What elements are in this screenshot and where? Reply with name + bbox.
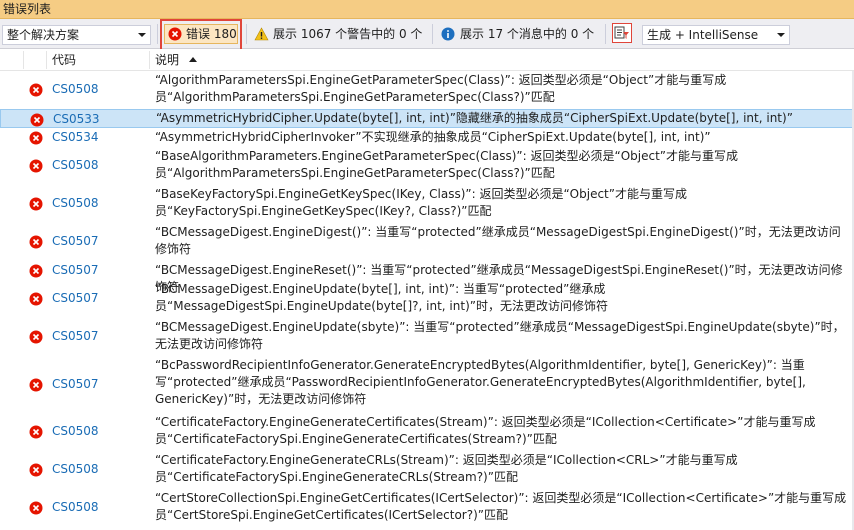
filter-current-document-button[interactable] [612, 23, 632, 43]
error-code-link[interactable]: CS0508 [52, 82, 99, 96]
table-row[interactable]: CS0508 “AlgorithmParametersSpi.EngineGetP… [0, 71, 854, 109]
error-icon [29, 378, 43, 391]
error-icon [29, 425, 43, 439]
error-icon [29, 131, 43, 144]
toolbar-divider [432, 24, 433, 44]
messages-count-label: 展示 17 个消息中的 0 个 [460, 27, 595, 41]
sort-ascending-icon [189, 57, 197, 62]
toolbar: 整个解决方案 错误 180 展示 1067 个警告中的 0 个 展示 17 个消… [0, 19, 854, 49]
error-icon [29, 159, 43, 173]
error-description: “CertificateFactory.EngineGenerateCertif… [155, 415, 816, 446]
warning-icon [254, 27, 269, 41]
error-description: “BCMessageDigest.EngineDigest()”: 当重写“pr… [155, 225, 841, 256]
error-description: “AlgorithmParametersSpi.EngineGetParamet… [155, 73, 727, 104]
warnings-count-label: 展示 1067 个警告中的 0 个 [273, 27, 423, 41]
table-row[interactable]: CS0507 “BCMessageDigest.EngineUpdate(byte… [0, 280, 854, 318]
column-divider [46, 51, 47, 69]
toolbar-divider [605, 24, 606, 44]
filter-list-icon [614, 26, 629, 39]
table-row[interactable]: CS0508 “BaseAlgorithmParameters.EngineGet… [0, 147, 854, 185]
error-list-table: CS0508 “AlgorithmParametersSpi.EngineGetP… [0, 71, 854, 530]
error-icon [30, 113, 44, 126]
scope-select[interactable]: 整个解决方案 [2, 25, 151, 45]
table-row[interactable]: CS0507 “BcPasswordRecipientInfoGenerator.… [0, 356, 854, 413]
table-row[interactable]: CS0508 “CertStoreCollectionSpi.EngineGetC… [0, 489, 854, 527]
error-code-link[interactable]: CS0507 [52, 263, 99, 277]
error-code-link[interactable]: CS0507 [52, 291, 99, 305]
error-description: “AsymmetricHybridCipherInvoker”不实现继承的抽象成… [155, 130, 711, 144]
info-icon [441, 27, 455, 41]
build-source-value: 生成 + IntelliSense [647, 28, 759, 42]
error-icon [29, 501, 43, 515]
table-row[interactable]: CS0507 “BCMessageDigest.EngineDigest()”: … [0, 223, 854, 261]
chevron-down-icon [138, 33, 146, 37]
error-list-title: 错误列表 [0, 0, 854, 19]
column-header: 代码 说明 [0, 49, 854, 71]
error-description: “BCMessageDigest.EngineUpdate(byte[], in… [155, 282, 608, 313]
error-icon [29, 197, 43, 211]
errors-count-label: 错误 180 [186, 27, 237, 41]
messages-filter-button[interactable]: 展示 17 个消息中的 0 个 [441, 24, 601, 44]
error-description: “BaseKeyFactorySpi.EngineGetKeySpec(IKey… [155, 187, 687, 218]
scope-select-value: 整个解决方案 [7, 28, 80, 42]
table-row[interactable]: CS0507 “BCMessageDigest.EngineUpdate(sbyt… [0, 318, 854, 356]
table-row[interactable]: CS0507 “BCMessageDigest.EngineReset()”: 当… [0, 261, 854, 294]
warnings-filter-button[interactable]: 展示 1067 个警告中的 0 个 [254, 24, 430, 44]
error-code-link[interactable]: CS0508 [52, 424, 99, 438]
toolbar-divider [157, 24, 158, 44]
error-icon [168, 27, 182, 41]
error-code-link[interactable]: CS0533 [53, 112, 100, 126]
error-description: “CertificateFactory.EngineGenerateCRLs(S… [155, 453, 738, 484]
error-code-link[interactable]: CS0507 [52, 377, 99, 391]
column-divider [149, 51, 150, 69]
error-code-link[interactable]: CS0508 [52, 462, 99, 476]
error-icon [29, 264, 43, 277]
errors-filter-button[interactable]: 错误 180 [164, 24, 238, 44]
error-description: “BcPasswordRecipientInfoGenerator.Genera… [155, 358, 806, 406]
error-code-link[interactable]: CS0508 [52, 500, 99, 514]
error-description: “AsymmetricHybridCipher.Update(byte[], i… [156, 111, 793, 125]
table-row[interactable]: CS0533 “AsymmetricHybridCipher.Update(byt… [0, 109, 854, 128]
column-description-header[interactable]: 说明 [155, 49, 197, 71]
error-code-link[interactable]: CS0507 [52, 329, 99, 343]
column-code-header[interactable]: 代码 [52, 49, 76, 71]
table-row[interactable]: CS0508 “BaseKeyFactorySpi.EngineGetKeySpe… [0, 185, 854, 223]
error-code-link[interactable]: CS0508 [52, 196, 99, 210]
error-description: “BCMessageDigest.EngineUpdate(sbyte)”: 当… [155, 320, 845, 351]
error-icon [29, 463, 43, 477]
table-row[interactable]: CS0534 “AsymmetricHybridCipherInvoker”不实现… [0, 128, 854, 147]
table-row[interactable]: CS0508 “CertificateFactory.EngineGenerate… [0, 413, 854, 451]
error-code-link[interactable]: CS0508 [52, 158, 99, 172]
column-description-label: 说明 [155, 53, 180, 67]
build-source-select[interactable]: 生成 + IntelliSense [642, 25, 790, 45]
error-icon [29, 83, 43, 97]
error-description: “BaseAlgorithmParameters.EngineGetParame… [155, 149, 739, 180]
table-row[interactable]: CS0508 “CertificateFactory.EngineGenerate… [0, 451, 854, 489]
error-code-link[interactable]: CS0534 [52, 130, 99, 144]
error-icon [29, 292, 43, 306]
error-description: “CertStoreCollectionSpi.EngineGetCertifi… [155, 491, 847, 522]
chevron-down-icon [777, 33, 785, 37]
error-icon [29, 330, 43, 344]
error-icon [29, 235, 43, 249]
column-divider [23, 51, 24, 69]
error-code-link[interactable]: CS0507 [52, 234, 99, 248]
toolbar-divider [246, 24, 247, 44]
